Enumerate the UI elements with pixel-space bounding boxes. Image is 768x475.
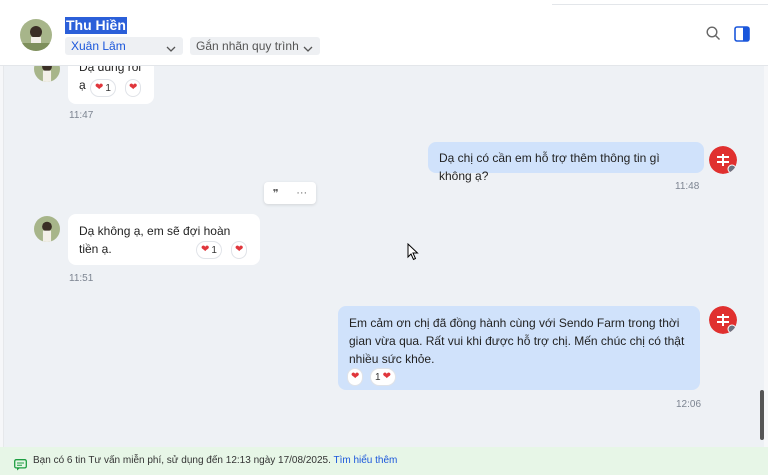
heart-icon: ❤ [235, 244, 244, 255]
add-reaction-button[interactable]: ❤ [231, 241, 248, 259]
message-time: 11:48 [675, 181, 700, 192]
message-time: 11:51 [69, 273, 94, 284]
message-time: 12:06 [676, 399, 702, 410]
message-bubble[interactable]: Dạ chị có cần em hỗ trợ thêm thông tin g… [428, 142, 704, 183]
message-text: Em cảm ơn chị đã đồng hành cùng với Send… [349, 316, 685, 366]
free-consult-notice: Bạn có 6 tin Tư vấn miễn phí, sử dụng đế… [0, 447, 768, 475]
contact-avatar[interactable] [20, 19, 52, 51]
message-actions-bar: ❞ ··· [264, 182, 316, 204]
heart-icon: ❤ [95, 82, 104, 93]
contact-avatar [34, 216, 60, 242]
more-icon[interactable]: ··· [296, 187, 307, 199]
heart-icon: ❤ [201, 244, 210, 255]
notice-text: Bạn có 6 tin Tư vấn miễn phí, sử dụng đế… [33, 455, 331, 466]
mouse-cursor-icon [407, 242, 419, 264]
reaction-count-chip[interactable]: ❤ 1 [90, 79, 116, 97]
message-text: Dạ chị có cần em hỗ trợ thêm thông tin g… [439, 151, 660, 183]
label-dropdown[interactable]: Gắn nhãn quy trình [190, 37, 320, 55]
top-divider [552, 0, 768, 5]
label-placeholder: Gắn nhãn quy trình [196, 39, 299, 53]
heart-icon: ❤ [382, 371, 391, 382]
brand-avatar [709, 306, 737, 334]
chevron-down-icon [166, 41, 176, 59]
reaction-count-chip[interactable]: ❤ 1 [196, 241, 222, 259]
reaction-count: 1 [105, 82, 111, 94]
heart-icon: ❤ [351, 371, 360, 382]
learn-more-link[interactable]: Tìm hiểu thêm [333, 455, 397, 466]
contact-name: Thu Hiền [65, 17, 127, 34]
scrollbar-thumb[interactable] [760, 390, 764, 440]
chat-icon [14, 455, 27, 475]
reaction-count: 1 [375, 371, 381, 383]
right-panel-edge [764, 66, 768, 447]
add-reaction-button[interactable]: ❤ [347, 368, 364, 386]
contact-avatar [34, 66, 60, 82]
sidebar-toggle-icon[interactable] [734, 26, 750, 45]
assignee-value: Xuân Lâm [71, 39, 126, 53]
quote-icon[interactable]: ❞ [273, 187, 279, 200]
reaction-count: 1 [211, 244, 217, 256]
message-bubble[interactable]: Dạ không ạ, em sẽ đợi hoàn tiền ạ. [68, 214, 260, 265]
brand-avatar [709, 146, 737, 174]
assignee-dropdown[interactable]: Xuân Lâm [65, 37, 183, 55]
message-time: 11:47 [69, 110, 94, 121]
add-reaction-button[interactable]: ❤ [125, 79, 142, 97]
message-list[interactable]: Dạ đúng rồi ạ ❤ 1 ❤ 11:47 Dạ chị có cần e… [4, 66, 764, 447]
search-icon[interactable] [706, 26, 721, 44]
heart-icon: ❤ [129, 82, 138, 93]
reaction-count-chip[interactable]: 1 ❤ [370, 368, 396, 386]
chevron-down-icon [303, 41, 313, 59]
chat-header: Thu Hiền Xuân Lâm Gắn nhãn quy trình [0, 0, 768, 66]
